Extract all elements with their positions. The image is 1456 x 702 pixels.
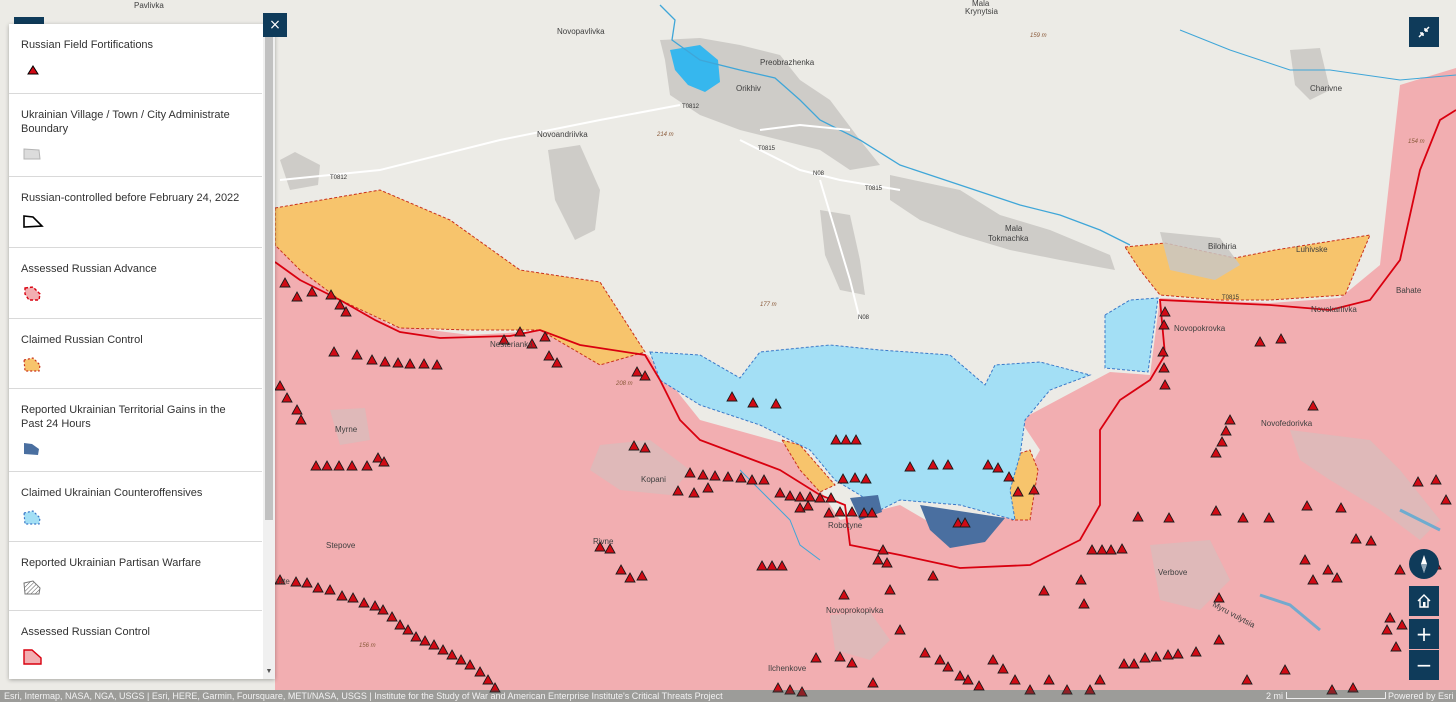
legend-swatch-russian-controlled-before-2022-icon bbox=[23, 215, 44, 228]
place-label: Novokarlivka bbox=[1311, 305, 1357, 314]
zoom-in-button[interactable]: + bbox=[1409, 619, 1439, 649]
collapse-icon bbox=[1418, 26, 1430, 38]
legend-item-russian-controlled-before-2022: Russian-controlled before February 24, 2… bbox=[9, 177, 262, 248]
scroll-down-icon[interactable]: ▼ bbox=[265, 667, 273, 677]
legend-label: Assessed Russian Control bbox=[21, 626, 151, 638]
elevation-label: 208 m bbox=[615, 381, 633, 387]
zoom-out-button[interactable]: − bbox=[1409, 650, 1439, 680]
legend-label: Claimed Russian Control bbox=[21, 334, 143, 346]
place-label: rate bbox=[276, 577, 290, 586]
place-label: Novofedorivka bbox=[1261, 419, 1313, 428]
road-label: T0815 bbox=[865, 186, 883, 192]
powered-by-esri[interactable]: Powered by Esri bbox=[1388, 690, 1454, 702]
legend-label: Russian-controlled before February 24, 2… bbox=[21, 192, 240, 204]
elevation-label: 159 m bbox=[1030, 33, 1047, 39]
attribution-bar: Esri, Intermap, NASA, NGA, USGS | Esri, … bbox=[0, 690, 1456, 702]
elevation-label: 177 m bbox=[760, 302, 777, 308]
place-label: Nesterianka bbox=[490, 340, 533, 349]
legend-swatch-claimed-russian-control-icon bbox=[23, 357, 41, 372]
compass-icon bbox=[1421, 555, 1427, 573]
place-label: Mala bbox=[1005, 224, 1023, 233]
legend-label: Russian Field Fortifications bbox=[21, 39, 154, 51]
legend-label: Claimed Ukrainian Counteroffensives bbox=[21, 487, 203, 499]
legend-swatch-ukrainian-gains-24h-icon bbox=[24, 443, 39, 455]
legend-list: Russian Field Fortifications Ukrainian Vi… bbox=[9, 24, 262, 679]
legend-swatch-assessed-russian-advance-icon bbox=[24, 286, 41, 301]
place-label: Novopokrovka bbox=[1174, 324, 1226, 333]
legend-label: Reported Ukrainian Territorial Gains in … bbox=[21, 404, 226, 430]
place-label: Preobrazhenka bbox=[760, 58, 815, 67]
legend-item-ukrainian-gains-24h: Reported Ukrainian Territorial Gains in … bbox=[9, 389, 262, 472]
place-label: Bilohiria bbox=[1208, 242, 1237, 251]
elevation-label: 154 m bbox=[1408, 139, 1425, 145]
elevation-label: 214 m bbox=[656, 132, 674, 138]
legend-swatch-russian-field-fortifications-icon bbox=[27, 65, 39, 75]
home-icon bbox=[1417, 594, 1431, 608]
attribution-text[interactable]: Esri, Intermap, NASA, NGA, USGS | Esri, … bbox=[4, 690, 723, 702]
road-label: T0812 bbox=[330, 175, 348, 181]
place-label: Novoprokopivka bbox=[826, 606, 884, 615]
home-button[interactable] bbox=[1409, 586, 1439, 616]
place-label: Kopani bbox=[641, 475, 666, 484]
place-label: Luhivske bbox=[1296, 245, 1328, 254]
road-label: N08 bbox=[813, 171, 825, 177]
place-label: Novopavlivka bbox=[557, 27, 605, 36]
legend-label: Ukrainian Village / Town / City Administ… bbox=[21, 109, 230, 135]
collapse-button[interactable] bbox=[1409, 17, 1439, 47]
place-label: Tokmachka bbox=[988, 234, 1029, 243]
place-label: Verbove bbox=[1158, 568, 1188, 577]
legend-swatch-ukrainian-administrative-boundary-icon bbox=[23, 148, 41, 160]
place-label: Orikhiv bbox=[736, 84, 761, 93]
legend-panel: Russian Field Fortifications Ukrainian Vi… bbox=[9, 24, 275, 679]
place-label: Robotyne bbox=[828, 521, 863, 530]
legend-item-claimed-ukrainian-counteroffensives: Claimed Ukrainian Counteroffensives bbox=[9, 472, 262, 542]
compass-button[interactable] bbox=[1409, 549, 1439, 579]
road-label: T0815 bbox=[1222, 295, 1240, 301]
legend-item-assessed-russian-control: Assessed Russian Control bbox=[9, 611, 262, 679]
road-label: T0815 bbox=[758, 146, 776, 152]
scale-label: 2 mi bbox=[1266, 691, 1284, 701]
legend-item-ukrainian-administrative-boundary: Ukrainian Village / Town / City Administ… bbox=[9, 94, 262, 177]
legend-swatch-assessed-russian-control-icon bbox=[23, 649, 42, 665]
place-label: Krynytsia bbox=[965, 7, 998, 16]
place-label: Ilchenkove bbox=[768, 664, 807, 673]
legend-swatch-claimed-ukrainian-counteroffensives-icon bbox=[23, 510, 41, 525]
place-label: Bahate bbox=[1396, 286, 1422, 295]
legend-item-assessed-russian-advance: Assessed Russian Advance bbox=[9, 248, 262, 319]
place-label: Rivne bbox=[593, 537, 614, 546]
road-label: N08 bbox=[858, 315, 870, 321]
place-label: Stepove bbox=[326, 541, 356, 550]
place-label: Myrne bbox=[335, 425, 358, 434]
legend-item-ukrainian-partisan-warfare: Reported Ukrainian Partisan Warfare bbox=[9, 542, 262, 611]
legend-swatch-ukrainian-partisan-warfare-icon bbox=[23, 580, 41, 595]
elevation-label: 156 m bbox=[359, 643, 376, 649]
place-label: Pavlivka bbox=[134, 1, 164, 10]
road-label: T0812 bbox=[682, 104, 700, 110]
place-label: Novoandriivka bbox=[537, 130, 588, 139]
legend-item-russian-field-fortifications: Russian Field Fortifications bbox=[9, 24, 262, 94]
scale-bar bbox=[1286, 692, 1386, 699]
legend-scroll-thumb[interactable] bbox=[265, 26, 273, 520]
legend-label: Assessed Russian Advance bbox=[21, 263, 157, 275]
legend-label: Reported Ukrainian Partisan Warfare bbox=[21, 557, 201, 569]
legend-item-claimed-russian-control: Claimed Russian Control bbox=[9, 319, 262, 389]
close-legend-button[interactable]: × bbox=[263, 13, 287, 37]
place-label: Charivne bbox=[1310, 84, 1343, 93]
